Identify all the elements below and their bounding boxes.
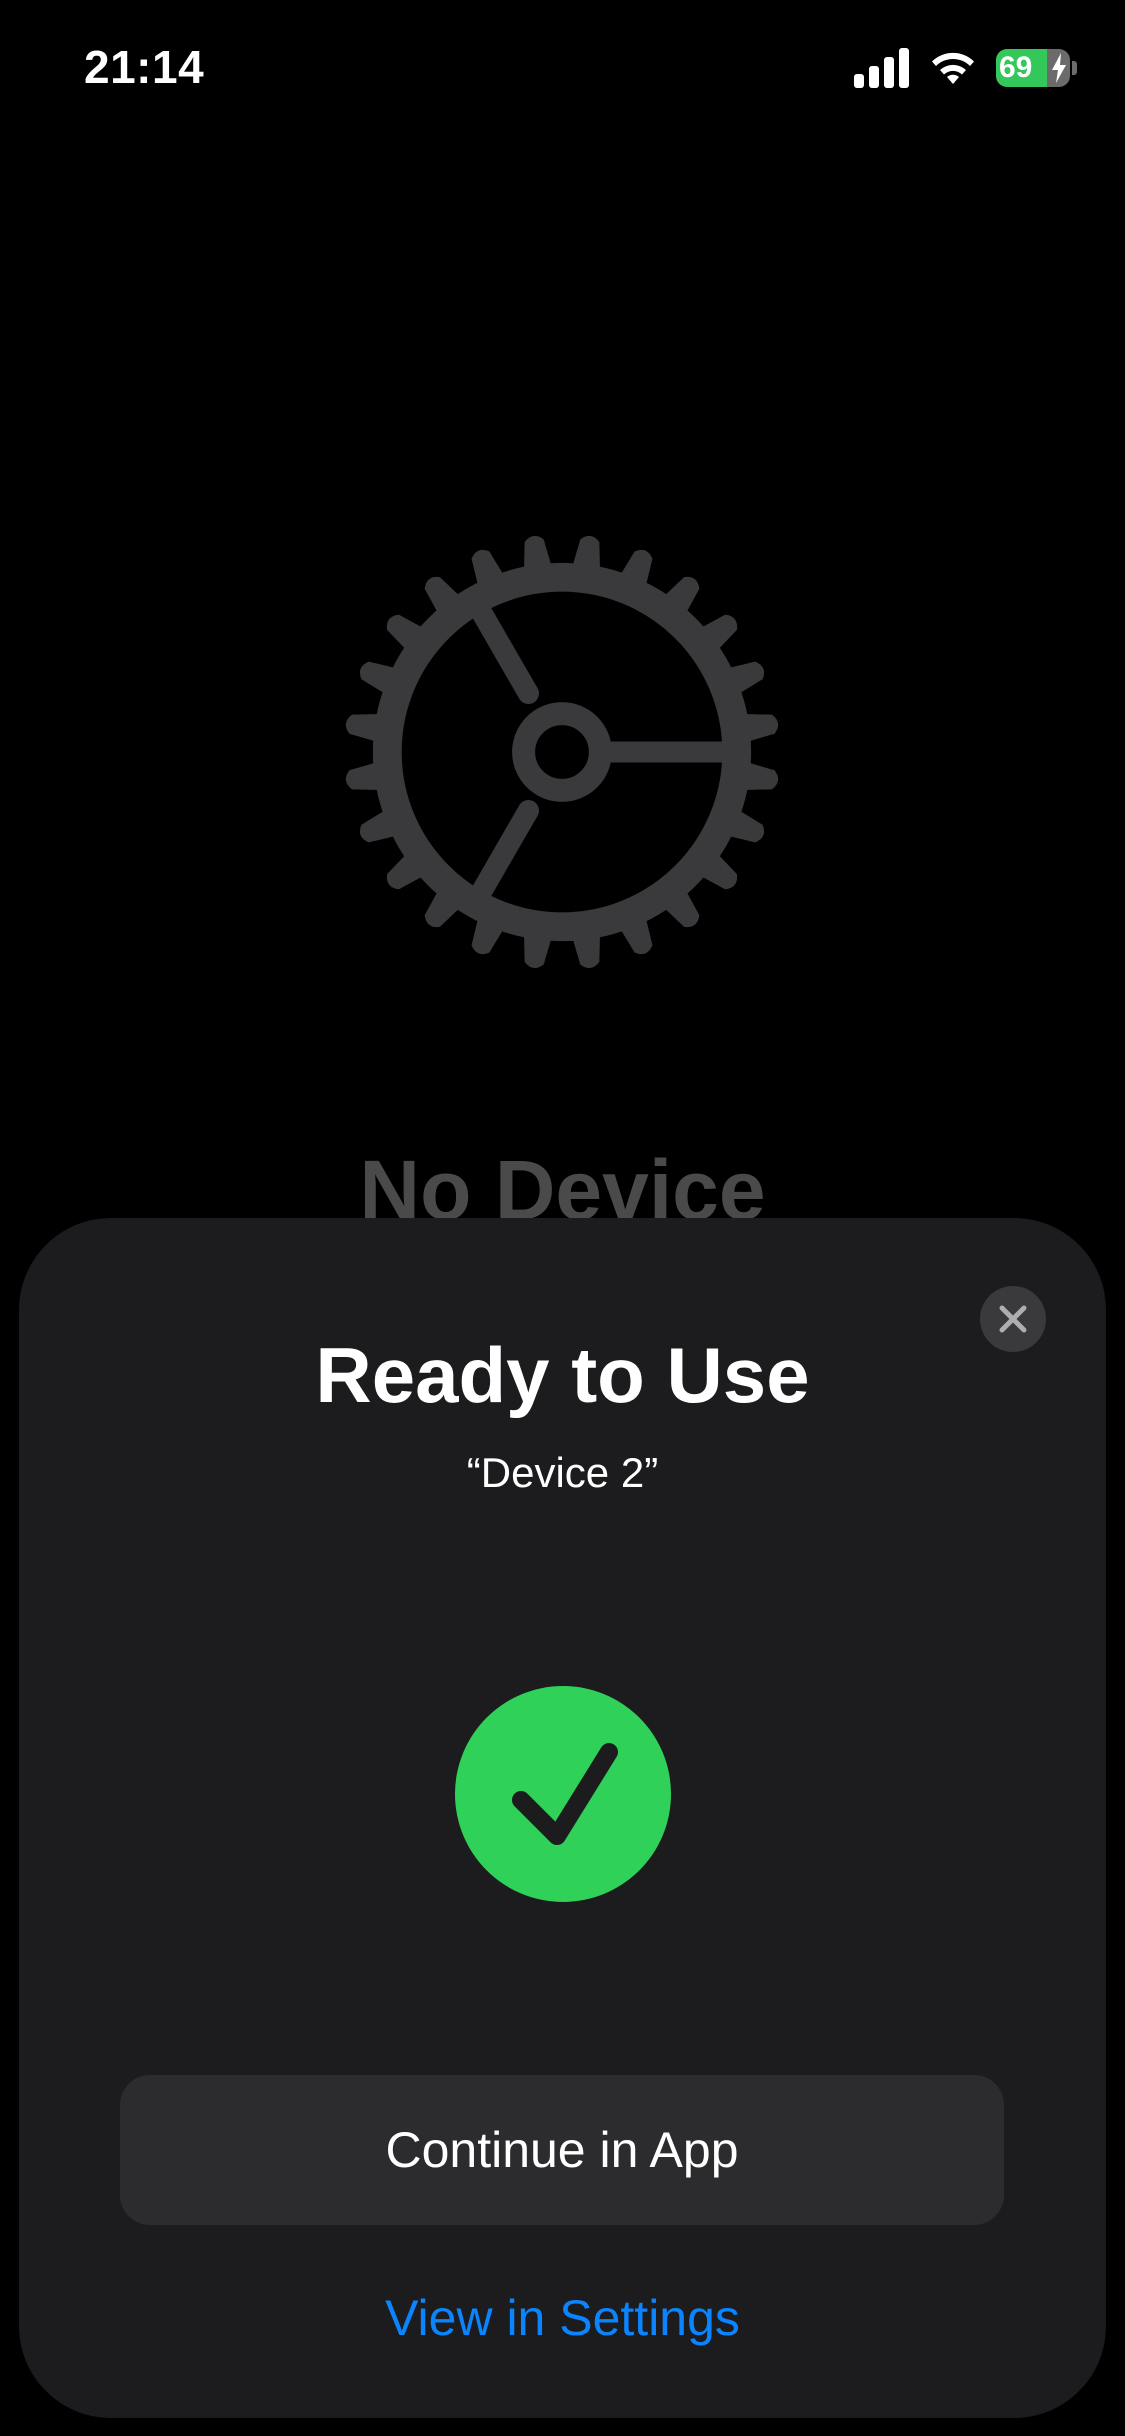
- screen: 21:14 69 No Device Ready to Use “Device …: [0, 0, 1125, 2436]
- status-bar: 21:14 69: [0, 0, 1125, 140]
- cellular-signal-icon: [854, 48, 909, 88]
- success-badge: [455, 1686, 671, 1902]
- charging-bolt-icon: [1052, 53, 1066, 83]
- continue-in-app-button[interactable]: Continue in App: [120, 2075, 1004, 2225]
- battery-level: 69: [999, 51, 1033, 84]
- checkmark-circle-icon: [512, 1743, 618, 1845]
- close-icon: [999, 1305, 1027, 1333]
- wifi-icon: [932, 52, 974, 84]
- battery-cap: [1072, 61, 1077, 75]
- settings-gear-icon: [345, 535, 779, 969]
- continue-button-label: Continue in App: [385, 2122, 739, 2178]
- ready-sheet: Ready to Use “Device 2” Continue in App …: [19, 1218, 1106, 2418]
- device-name: “Device 2”: [466, 1449, 659, 1496]
- sheet-title: Ready to Use: [315, 1331, 810, 1419]
- battery-indicator: 69: [996, 49, 1070, 87]
- view-in-settings-link[interactable]: View in Settings: [19, 2288, 1106, 2348]
- status-icons: 69: [854, 44, 1077, 92]
- status-time: 21:14: [84, 41, 205, 93]
